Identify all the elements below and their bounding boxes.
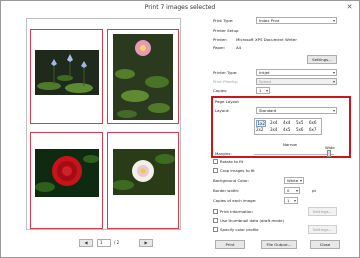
prev-page-button[interactable]: ◀ [79,239,93,247]
border-width-label: Border width: [213,188,240,193]
preview-cell-3 [30,132,103,229]
close-icon[interactable]: ✕ [342,3,357,12]
print-dialog: Print 7 images selected ✕ ◀ 1 / 2 ▶ Prin… [0,0,360,258]
printer-setup-label: Printer Setup [213,28,239,33]
print-button[interactable]: Print [215,240,245,249]
copies-stepper[interactable]: 1 [256,87,270,94]
file-output-button[interactable]: File Output... [261,240,297,249]
print-type-label: Print Type: [213,18,234,23]
info-settings-button[interactable]: Settings... [308,207,337,216]
grid-option[interactable]: 2x4 [270,120,277,125]
pink-flower-photo [113,34,173,120]
page-count: / 2 [114,240,120,245]
printer-value: Microsoft XPS Document Writer [236,37,297,42]
print-preview-page [26,18,181,230]
crop-label: Crop images to fit [220,168,255,173]
crop-checkbox[interactable] [213,168,218,173]
preview-cell-4 [107,132,179,229]
printer-label: Printer: [213,37,228,42]
printer-type-label: Printer Type: [213,70,238,75]
border-width-stepper[interactable]: 0 [284,187,300,194]
narrow-label: Narrow [283,142,297,147]
rotate-checkbox[interactable] [213,159,218,164]
printer-type-select[interactable]: Inkjet [256,69,337,76]
grid-option[interactable]: 5x6 [296,127,303,132]
preview-cell-2 [107,29,179,124]
window-title: Print 7 images selected [144,4,216,11]
color-profile-label: Specify color profile [220,227,259,232]
white-flower-photo [113,149,175,195]
grid-option[interactable]: 6x6 [309,120,316,125]
red-rose-photo [35,149,99,197]
copies-each-label: Copies of each image: [213,198,257,203]
grid-option[interactable]: 2x2 [256,127,263,132]
rotate-label: Rotate to fit [220,159,244,164]
next-page-button[interactable]: ▶ [139,239,153,247]
close-button[interactable]: Close [310,240,340,249]
margins-slider-thumb[interactable] [327,150,331,157]
page-layout-group-label: Page Layout [215,99,239,104]
color-profile-checkbox[interactable] [213,227,218,232]
copies-each-select[interactable]: 1 [284,197,298,204]
title-bar: Print 7 images selected ✕ [1,1,359,15]
printer-settings-button[interactable]: Settings... [307,55,337,64]
layout-select[interactable]: Standard [256,107,337,114]
lily-pond-photo [35,50,99,95]
border-unit: pt [312,188,316,193]
background-color-select[interactable]: White [284,177,304,184]
print-priority-select[interactable]: Speed [256,78,337,85]
thumbnail-checkbox[interactable] [213,218,218,223]
grid-option[interactable]: 5x5 [296,120,303,125]
print-info-checkbox[interactable] [213,209,218,214]
grid-option[interactable]: 1x2 [256,120,267,127]
print-priority-label: Print Priority: [213,79,239,84]
profile-settings-button[interactable]: Settings... [308,225,337,234]
layout-label: Layout: [215,108,230,113]
paper-label: Paper: [213,45,226,50]
background-color-label: Background Color: [213,178,249,183]
page-number-select[interactable]: 1 [97,239,111,247]
thumbnail-label: Use thumbnail data (draft mode) [220,218,285,223]
margins-slider-track[interactable] [254,154,334,155]
print-info-label: Print Information [220,209,253,214]
margins-label: Margins: [215,151,232,156]
grid-option[interactable]: 6x7 [309,127,316,132]
paper-value: A4 [236,45,242,50]
copies-label: Copies: [213,88,228,93]
layout-grid: 1x2 2x4 4x4 5x5 6x6 2x2 3x4 4x5 5x6 6x7 [254,118,322,135]
print-type-select[interactable]: Index Print [256,17,337,24]
grid-option[interactable]: 4x4 [283,120,290,125]
grid-option[interactable]: 4x5 [283,127,290,132]
grid-option[interactable]: 3x4 [270,127,277,132]
preview-cell-1 [30,29,103,124]
